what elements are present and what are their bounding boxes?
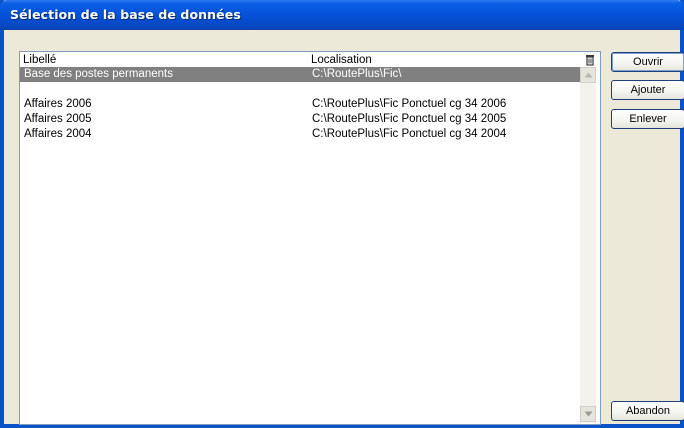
column-header-label[interactable]: Libellé [23, 53, 56, 67]
list-item[interactable]: Affaires 2006 C:\RoutePlus\Fic Ponctuel … [20, 97, 580, 112]
cancel-button[interactable]: Abandon [611, 401, 684, 421]
list-header: Libellé Localisation [20, 52, 580, 67]
item-label: Affaires 2004 [24, 128, 92, 140]
item-label: Affaires 2005 [24, 113, 92, 125]
item-location: C:\RoutePlus\Fic Ponctuel cg 34 2005 [312, 113, 507, 125]
list-item[interactable]: Affaires 2004 C:\RoutePlus\Fic Ponctuel … [20, 127, 580, 142]
list-rows: Base des postes permanents C:\RoutePlus\… [20, 67, 580, 142]
delete-icon[interactable] [584, 54, 596, 66]
database-list[interactable]: Libellé Localisation Base des postes per… [19, 51, 601, 425]
column-header-location[interactable]: Localisation [311, 53, 372, 67]
scroll-up-arrow-icon [584, 72, 593, 78]
window-title: Sélection de la base de données [10, 7, 241, 22]
scroll-up-button[interactable] [580, 67, 596, 83]
item-label: Affaires 2006 [24, 98, 92, 110]
vertical-scrollbar[interactable] [580, 67, 596, 423]
remove-button[interactable]: Enlever [611, 109, 684, 129]
item-label: Base des postes permanents [24, 68, 173, 80]
item-location: C:\RoutePlus\Fic\ [312, 68, 402, 80]
add-button[interactable]: Ajouter [611, 80, 684, 100]
scroll-down-arrow-icon [584, 411, 593, 417]
title-bar[interactable]: Sélection de la base de données [0, 0, 684, 30]
scroll-down-button[interactable] [580, 406, 596, 422]
database-selection-dialog: Sélection de la base de données Libellé … [0, 0, 684, 428]
item-location: C:\RoutePlus\Fic Ponctuel cg 34 2004 [312, 128, 507, 140]
list-item[interactable]: Base des postes permanents C:\RoutePlus\… [20, 67, 580, 82]
item-location: C:\RoutePlus\Fic Ponctuel cg 34 2006 [312, 98, 507, 110]
list-item[interactable] [20, 82, 580, 97]
open-button[interactable]: Ouvrir [611, 52, 684, 72]
list-item[interactable]: Affaires 2005 C:\RoutePlus\Fic Ponctuel … [20, 112, 580, 127]
